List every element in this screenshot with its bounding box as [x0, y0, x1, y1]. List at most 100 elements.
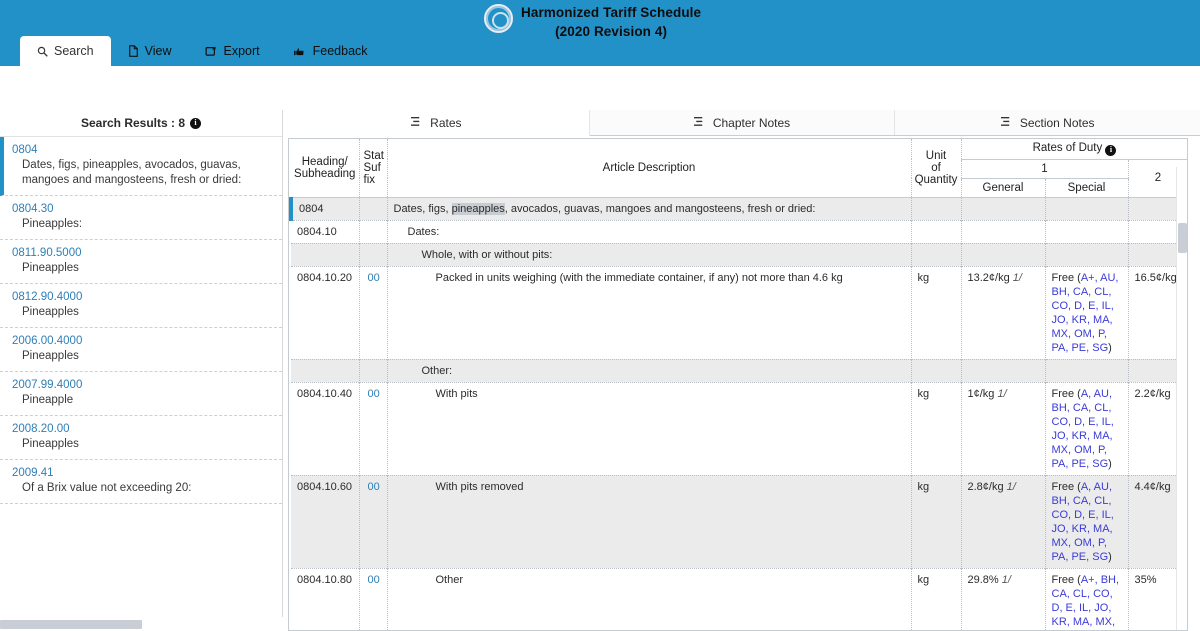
cell-stat-suffix[interactable] — [359, 196, 388, 220]
cell-heading-subheading: 0804.10.60 — [291, 474, 360, 568]
search-result-item[interactable]: 2006.00.4000 Pineapples — [0, 328, 282, 372]
footnote-ref[interactable]: 1/ — [1007, 481, 1016, 493]
document-icon — [128, 45, 139, 57]
search-result-description: Of a Brix value not exceeding 20: — [22, 482, 192, 494]
article-description-text: Other — [435, 573, 464, 586]
cell-special-rate: Free (A, AU, BH, CA, CL, CO, D, E, IL, J… — [1045, 381, 1129, 475]
cell-stat-suffix[interactable] — [359, 242, 388, 266]
tab-view[interactable]: View — [111, 36, 189, 66]
scrollbar-thumb[interactable] — [1178, 223, 1187, 253]
list-icon — [411, 116, 423, 130]
tab-view-label: View — [144, 44, 172, 58]
table-row[interactable]: 0804.10.40 00 With pits kg 1¢/kg 1/Free (A, … — [291, 381, 1187, 475]
search-result-item[interactable]: 0804 Dates, figs, pineapples, avocados, g… — [0, 137, 282, 196]
cell-article-description: Dates, figs, pineapples, avocados, guava… — [387, 196, 912, 220]
tab-rates[interactable]: Rates — [284, 110, 590, 136]
sidebar-horizontal-scrollbar[interactable] — [0, 617, 283, 631]
tab-section-notes-label: Section Notes — [1019, 115, 1095, 130]
tab-search-label: Search — [54, 44, 94, 58]
search-result-item[interactable]: 2007.99.4000 Pineapple — [0, 372, 282, 416]
export-icon — [205, 45, 217, 57]
info-icon: i — [1105, 144, 1117, 156]
search-result-item[interactable]: 2009.41 Of a Brix value not exceeding 20: — [0, 460, 282, 504]
feedback-icon — [293, 46, 307, 57]
cell-unit-of-quantity — [911, 196, 962, 220]
cell-article-description: Whole, with or without pits: — [387, 242, 912, 266]
app-title-line2: (2020 Revision 4) — [555, 24, 668, 39]
main-nav: Search View Export Feedback — [20, 36, 385, 66]
tariff-table-header: Heading/Subheading Stat Suf fix Article De… — [291, 139, 1187, 198]
cell-special-rate: Free (A, AU, BH, CA, CL, CO, D, E, IL, J… — [1045, 474, 1129, 568]
list-icon — [1000, 116, 1013, 130]
rates-of-duty-label: Rates of Duty — [1032, 142, 1103, 154]
tab-feedback-label: Feedback — [312, 44, 368, 58]
cell-stat-suffix[interactable]: 00 — [359, 567, 388, 630]
col-rate-1: 1 — [961, 158, 1129, 179]
cell-heading-subheading: 0804.10.80 — [291, 567, 360, 630]
cell-heading-subheading: 0804 — [289, 196, 360, 220]
content-tabs: Rates Chapter Notes Section Notes — [284, 110, 1200, 136]
search-results-list[interactable]: 0804 Dates, figs, pineapples, avocados, g… — [0, 136, 282, 615]
search-result-description: Pineapples — [22, 350, 79, 362]
tab-feedback[interactable]: Feedback — [277, 36, 385, 66]
tariff-table-body: 0804 Dates, figs, pineapples, avocados, g… — [289, 196, 1187, 631]
search-result-description: Pineapples — [22, 438, 79, 450]
cell-article-description: Other — [387, 567, 912, 630]
special-program-codes[interactable]: A+, BH, CA, CL, CO, D, E, IL, JO, KR, MA… — [1052, 574, 1120, 631]
special-program-codes[interactable]: A, AU, BH, CA, CL, CO, D, E, IL, JO, KR,… — [1052, 481, 1114, 563]
search-result-item[interactable]: 2008.20.00 Pineapples — [0, 416, 282, 460]
footnote-ref[interactable]: 1/ — [997, 388, 1006, 400]
special-program-codes[interactable]: A+, AU, BH, CA, CL, CO, D, E, IL, JO, KR… — [1052, 272, 1119, 354]
tab-rates-label: Rates — [430, 115, 462, 130]
col-article-description: Article Description — [387, 139, 912, 198]
brand: Harmonized Tariff Schedule (2020 Revisio… — [484, 3, 701, 41]
table-vertical-scrollbar[interactable] — [1176, 167, 1187, 630]
footnote-ref[interactable]: 1/ — [1002, 574, 1011, 586]
cell-article-description: Other: — [387, 358, 912, 382]
tariff-table-wrapper: Heading/Subheading Stat Suf fix Article De… — [288, 138, 1188, 631]
cell-stat-suffix[interactable]: 00 — [359, 265, 388, 359]
tab-chapter-notes[interactable]: Chapter Notes — [590, 110, 896, 135]
search-results-count-label: Search Results : 8 — [80, 116, 186, 130]
footnote-ref[interactable]: 1/ — [1013, 272, 1022, 284]
cell-unit-of-quantity: kg — [911, 474, 962, 568]
table-row[interactable]: 0804 Dates, figs, pineapples, avocados, g… — [289, 196, 1187, 220]
col-stat-suffix: Stat Suf fix — [359, 139, 388, 198]
table-row[interactable]: 0804.10.60 00 With pits removed kg 2.8¢/kg 1… — [291, 474, 1187, 568]
list-icon — [693, 116, 706, 130]
search-result-description: Pineapples — [22, 262, 79, 274]
table-row[interactable]: 0804.10 Dates: — [291, 219, 1187, 243]
search-icon — [37, 46, 48, 57]
table-row[interactable]: Whole, with or without pits: — [291, 242, 1187, 266]
cell-special-rate — [1045, 196, 1129, 220]
app-title-line1: Harmonized Tariff Schedule — [521, 5, 702, 20]
table-row[interactable]: 0804.10.80 00 Other kg 29.8% 1/Free (A+, BH,… — [291, 567, 1187, 631]
cell-special-rate: Free (A+, AU, BH, CA, CL, CO, D, E, IL, … — [1045, 265, 1129, 359]
tab-export[interactable]: Export — [188, 36, 276, 66]
search-result-item[interactable]: 0812.90.4000 Pineapples — [0, 284, 282, 328]
cell-heading-subheading: 0804.10.40 — [291, 381, 360, 475]
cell-stat-suffix[interactable]: 00 — [359, 381, 388, 475]
search-highlight: pineapples — [451, 202, 505, 215]
search-result-code: 0804.30 — [12, 203, 54, 215]
article-description-text: Dates, figs, pineapples, avocados, guava… — [393, 202, 816, 215]
cell-stat-suffix[interactable] — [359, 358, 388, 382]
cell-special-rate — [1045, 358, 1129, 382]
cell-stat-suffix[interactable]: 00 — [359, 474, 388, 568]
tab-section-notes[interactable]: Section Notes — [895, 110, 1200, 135]
scrollbar-thumb[interactable] — [0, 620, 142, 629]
table-row[interactable]: 0804.10.20 00 Packed in units weighing (wi… — [291, 265, 1187, 359]
search-result-item[interactable]: 0811.90.5000 Pineapples — [0, 240, 282, 284]
article-description-text: Packed in units weighing (with the immed… — [435, 271, 843, 284]
cell-stat-suffix[interactable] — [359, 219, 388, 243]
cell-general-rate — [961, 196, 1046, 220]
cell-general-rate — [961, 219, 1046, 243]
seal-icon — [484, 4, 513, 33]
cell-unit-of-quantity — [911, 358, 962, 382]
search-result-item[interactable]: 0804.30 Pineapples: — [0, 196, 282, 240]
tab-search[interactable]: Search — [20, 36, 111, 66]
cell-heading-subheading: 0804.10 — [291, 219, 360, 243]
table-row[interactable]: Other: — [291, 358, 1187, 382]
special-program-codes[interactable]: A, AU, BH, CA, CL, CO, D, E, IL, JO, KR,… — [1052, 388, 1114, 470]
app-title: Harmonized Tariff Schedule (2020 Revisio… — [521, 3, 701, 41]
